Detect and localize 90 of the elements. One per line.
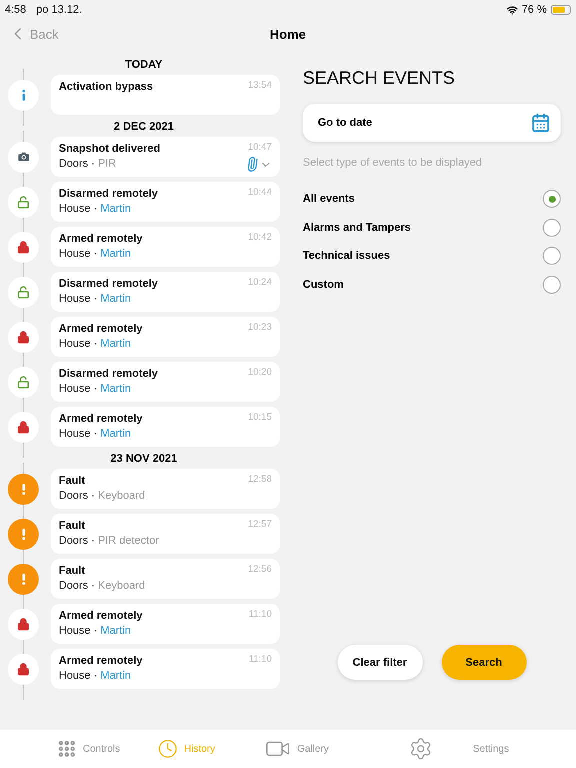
radio-button[interactable]: [543, 190, 561, 208]
event-detail: Doors · PIR detector: [59, 535, 160, 547]
event-title: Armed remotely: [59, 413, 143, 425]
option-label: Technical issues: [303, 250, 390, 262]
padlock-icon: [17, 618, 30, 630]
event-detail: Doors · Keyboard: [59, 490, 146, 502]
event-time: 12:56: [248, 564, 272, 575]
event-card[interactable]: Disarmed remotely House · Martin 10:44: [51, 182, 280, 222]
screen-title: Home: [270, 26, 306, 42]
unlocked-padlock-icon: [17, 376, 30, 388]
grid-icon: [57, 739, 77, 759]
event-card[interactable]: Activation bypass 13:54: [51, 75, 280, 115]
exclamation-icon: [22, 574, 26, 584]
search-button[interactable]: Search: [442, 645, 526, 680]
event-detail: House · Martin: [59, 293, 132, 305]
padlock-icon: [17, 330, 30, 344]
event-card[interactable]: Fault Doors · Keyboard 12:58: [51, 469, 280, 509]
date-heading: 23 NOV 2021: [110, 452, 178, 467]
radio-button[interactable]: [543, 218, 561, 237]
event-title: Snapshot delivered: [59, 143, 160, 155]
battery-icon: [551, 5, 571, 15]
settings-icon: [409, 737, 434, 761]
date-heading: TODAY: [124, 58, 164, 73]
battery-percentage: 76 %: [522, 4, 547, 16]
filter-hint: Select type of events to be displayed: [303, 157, 484, 169]
event-time: 10:15: [248, 412, 272, 423]
event-title: Fault: [59, 565, 86, 577]
event-detail: House · Martin: [59, 383, 132, 395]
padlock-icon: [17, 420, 30, 434]
event-time: 13:54: [248, 80, 272, 91]
event-time: 10:24: [248, 277, 272, 288]
event-title: Fault: [59, 520, 86, 532]
radio-button[interactable]: [543, 247, 561, 266]
date-picker-field[interactable]: Go to date: [303, 104, 561, 142]
event-time: 11:10: [248, 654, 272, 665]
event-card[interactable]: Armed remotely House · Martin 10:15: [51, 407, 280, 447]
event-title: Armed remotely: [59, 655, 143, 667]
radio-button[interactable]: [543, 276, 561, 294]
event-card[interactable]: Armed remotely House · Martin 10:42: [51, 227, 280, 267]
event-card[interactable]: Snapshot delivered Doors · PIR 10:47: [51, 137, 280, 177]
wifi-icon: [506, 4, 518, 16]
event-detail: House · Martin: [59, 203, 132, 215]
event-title: Armed remotely: [59, 323, 143, 335]
calendar-icon: [531, 113, 551, 133]
event-time: 11:10: [248, 609, 272, 620]
event-time: 10:23: [248, 322, 272, 333]
option-label: All events: [303, 193, 355, 206]
clock-icon: [158, 739, 178, 759]
option-label: Custom: [303, 278, 344, 291]
event-card[interactable]: Armed remotely House · Martin 11:10: [51, 604, 280, 644]
event-card[interactable]: Armed remotely House · Martin 10:23: [51, 317, 280, 357]
event-card[interactable]: Fault Doors · PIR detector 12:57: [51, 514, 280, 554]
event-time: 12:57: [248, 519, 272, 530]
clear-filter-button[interactable]: Clear filter: [338, 645, 422, 680]
exclamation-icon: [22, 484, 26, 494]
unlocked-padlock-icon: [17, 196, 30, 208]
panel-title: SEARCH EVENTS: [303, 68, 456, 89]
event-detail: House · Martin: [59, 248, 132, 260]
event-card[interactable]: Fault Doors · Keyboard 12:56: [51, 559, 280, 599]
date-heading: 2 DEC 2021: [113, 120, 175, 135]
event-time: 10:42: [248, 232, 272, 243]
status-date: po 13.12.: [36, 4, 82, 16]
event-title: Disarmed remotely: [59, 368, 158, 380]
unlocked-padlock-icon: [17, 286, 30, 298]
event-card[interactable]: Disarmed remotely House · Martin 10:24: [51, 272, 280, 312]
event-time: 10:47: [248, 142, 272, 153]
event-title: Activation bypass: [59, 81, 154, 93]
info-icon: [22, 90, 26, 100]
event-title: Disarmed remotely: [59, 188, 158, 200]
option-label: Alarms and Tampers: [303, 222, 412, 234]
camera-icon: [16, 150, 30, 164]
event-card[interactable]: Disarmed remotely House · Martin 10:20: [51, 362, 280, 402]
status-time: 4:58: [5, 4, 26, 16]
padlock-icon: [17, 662, 30, 676]
event-detail: Doors · PIR: [59, 158, 116, 170]
exclamation-icon: [22, 528, 26, 540]
event-title: Armed remotely: [59, 233, 143, 245]
event-detail: House · Martin: [59, 428, 132, 440]
event-detail: House · Martin: [59, 338, 132, 350]
event-detail: House · Martin: [59, 670, 132, 682]
event-time: 12:58: [248, 474, 272, 485]
event-time: 10:44: [248, 187, 272, 198]
event-detail: Doors · Keyboard: [59, 580, 146, 592]
event-title: Armed remotely: [59, 610, 143, 622]
event-title: Fault: [59, 475, 86, 487]
event-detail: House · Martin: [59, 625, 132, 637]
event-title: Disarmed remotely: [59, 278, 158, 290]
padlock-icon: [17, 240, 30, 254]
event-card[interactable]: Armed remotely House · Martin 11:10: [51, 649, 280, 689]
event-time: 10:20: [248, 367, 272, 378]
